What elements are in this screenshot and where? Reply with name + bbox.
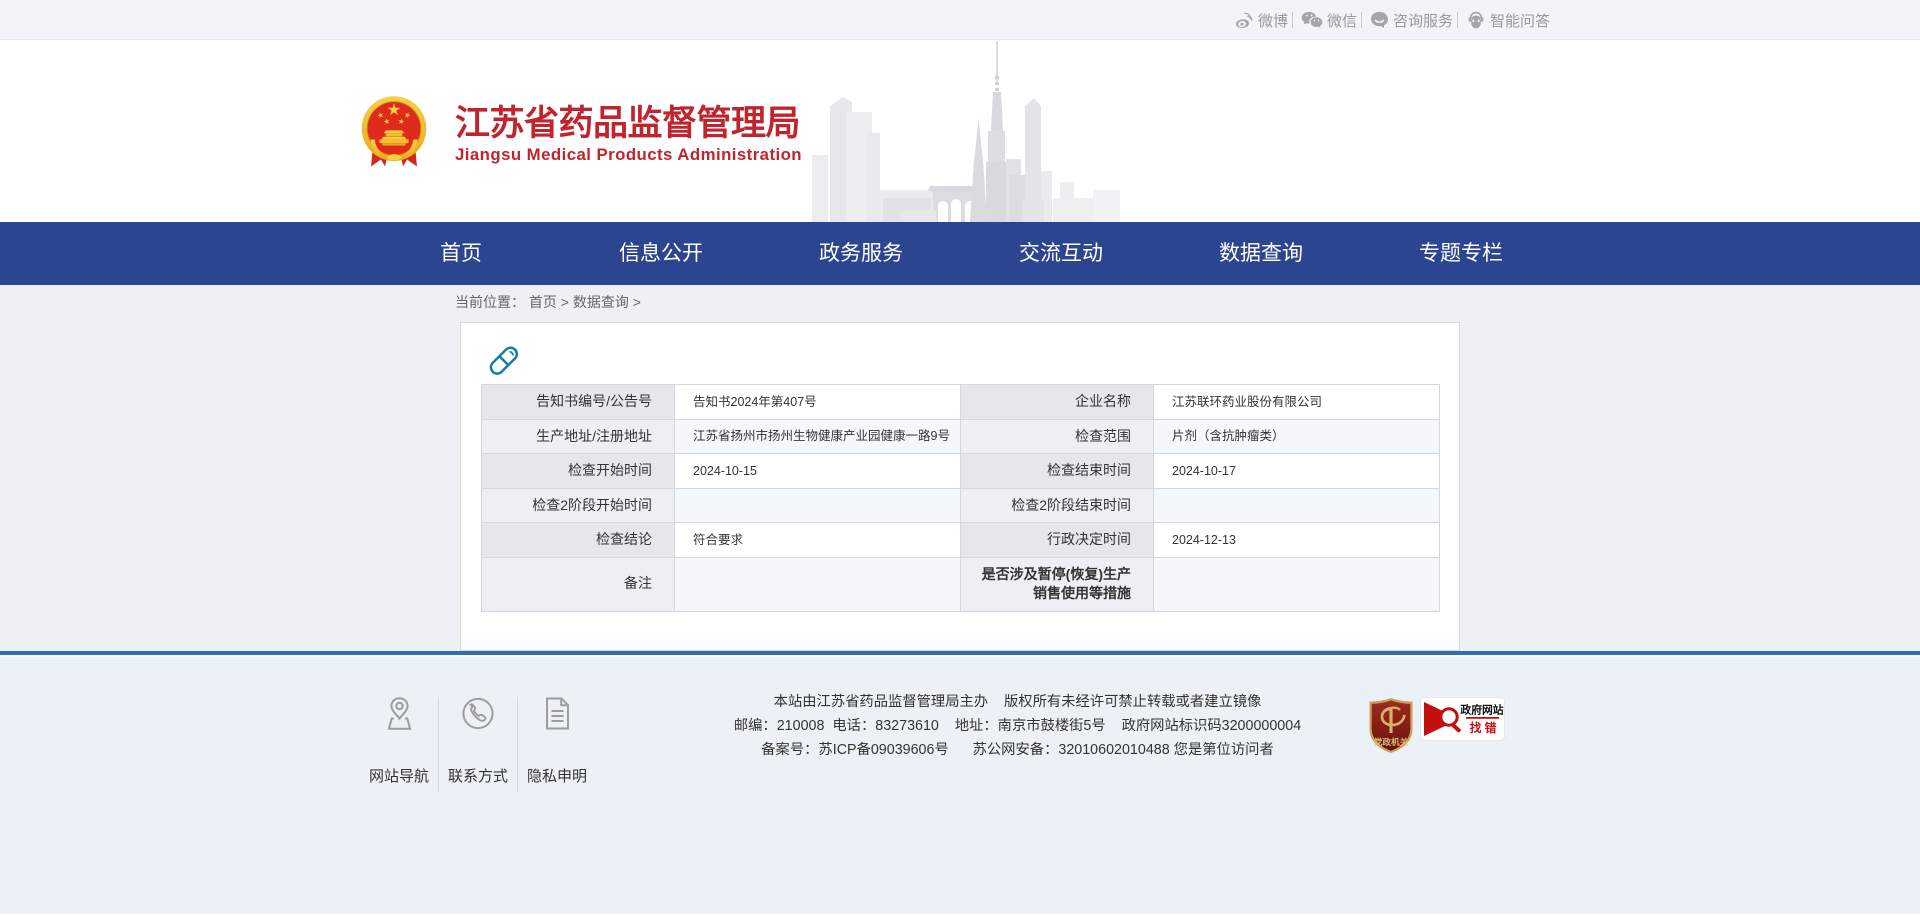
svg-text:政府网站: 政府网站: [1460, 703, 1503, 717]
svg-text:党政机关: 党政机关: [1374, 736, 1409, 747]
svg-text:找 错: 找 错: [1470, 721, 1497, 735]
